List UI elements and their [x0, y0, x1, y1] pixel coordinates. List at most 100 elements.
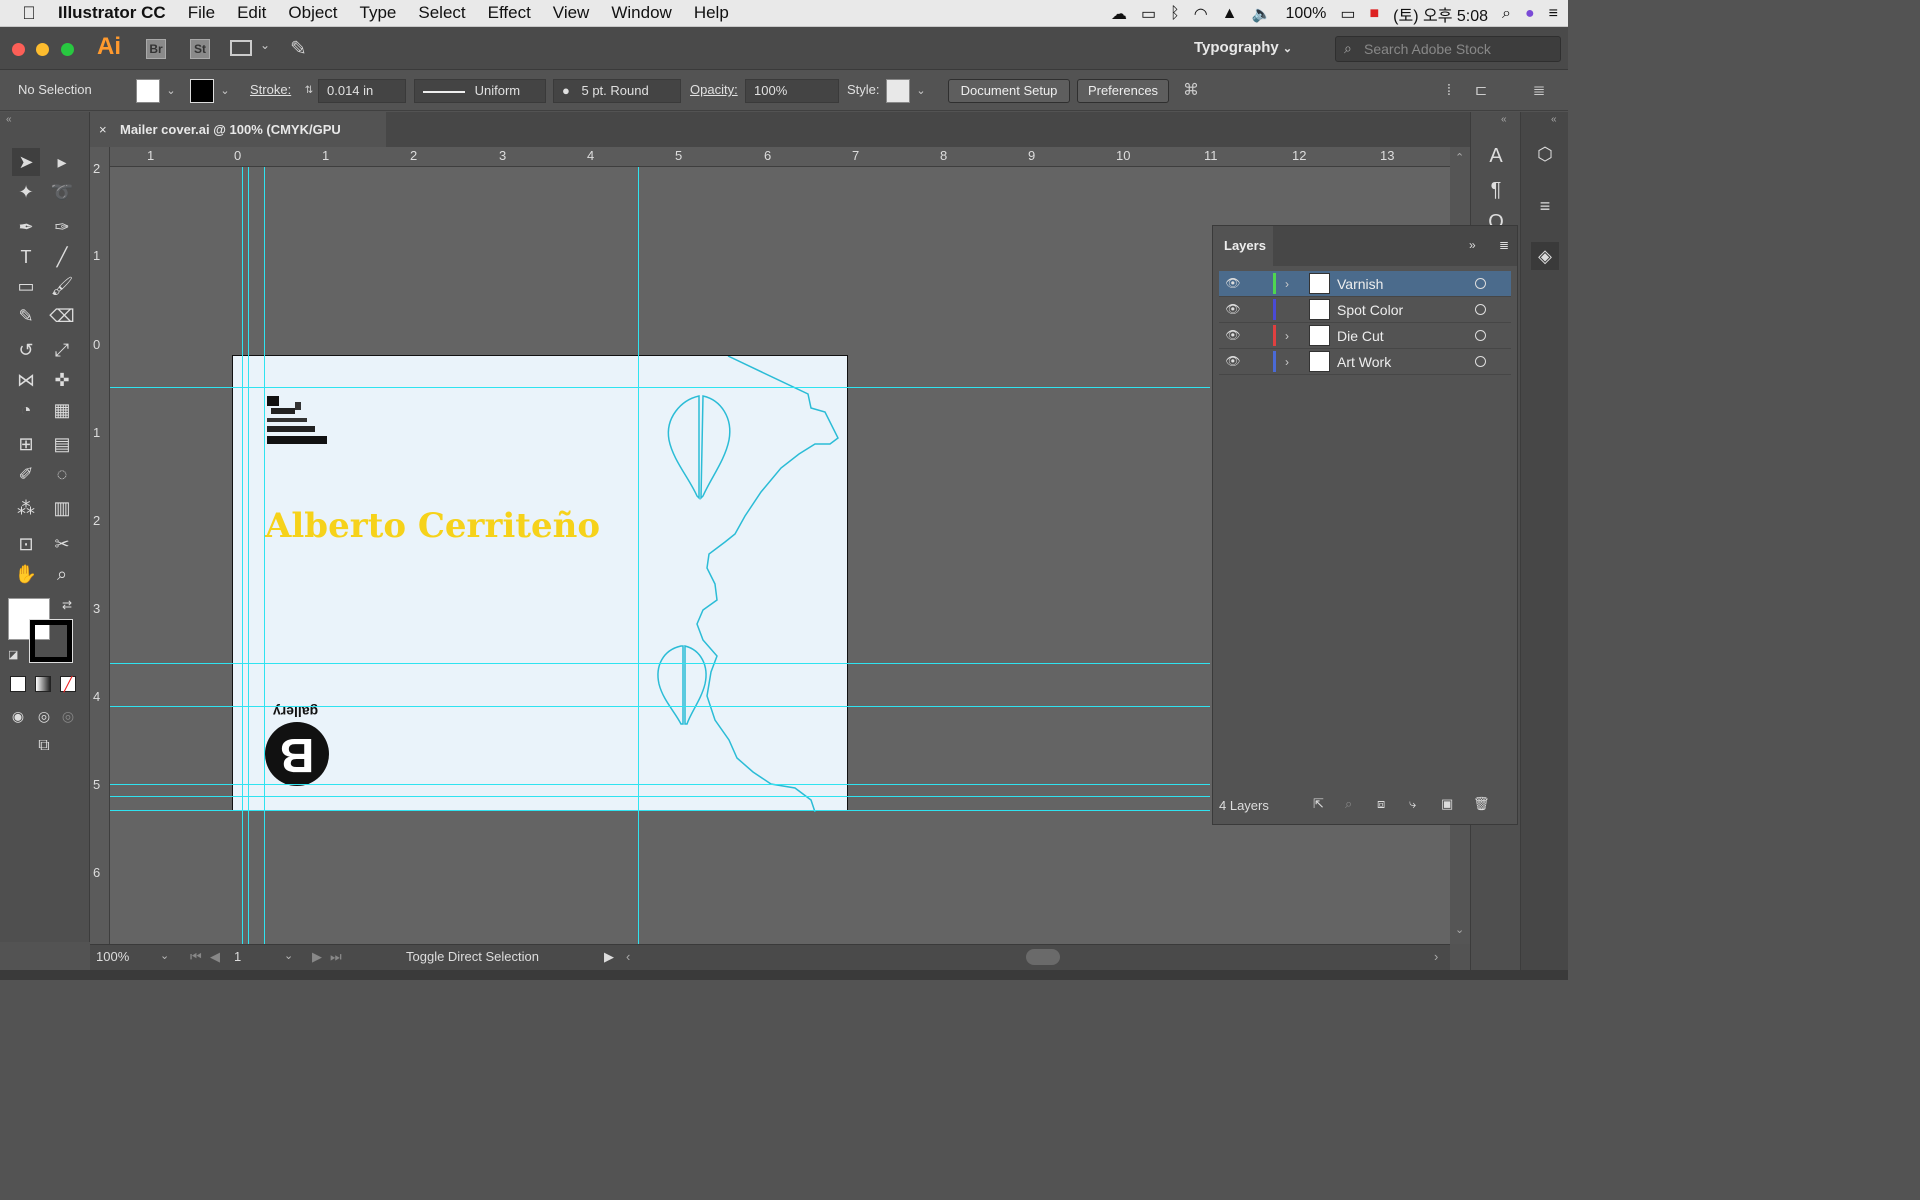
scale-tool-icon[interactable]: ⤢	[48, 336, 76, 364]
panel-menu-icon[interactable]: ≣	[1530, 79, 1548, 103]
stroke-color-box[interactable]	[29, 619, 73, 663]
delete-layer-icon[interactable]: 🗑	[1473, 796, 1490, 812]
expand-icon[interactable]: «	[1501, 114, 1507, 125]
status-menu-icon[interactable]: ▶	[604, 949, 614, 965]
shaper-tool-icon[interactable]: ✎	[12, 302, 40, 330]
expand-layer-icon[interactable]: ›	[1285, 323, 1289, 349]
shape-builder-tool-icon[interactable]: ◔	[12, 396, 40, 424]
layer-name[interactable]: Die Cut	[1337, 323, 1384, 349]
hand-tool-icon[interactable]: ✋	[12, 560, 40, 588]
preferences-button[interactable]: Preferences	[1077, 79, 1169, 103]
last-artboard-icon[interactable]: ⏭	[330, 949, 342, 965]
new-sublayer-icon[interactable]: ⤷	[1409, 796, 1416, 812]
vertical-guide[interactable]	[242, 167, 243, 944]
creative-cloud-icon[interactable]: ☁	[1111, 4, 1127, 24]
draw-inside-icon[interactable]: ◎	[54, 702, 82, 730]
eraser-tool-icon[interactable]: ⌫	[48, 302, 76, 330]
bluetooth-icon[interactable]: ᛒ	[1170, 5, 1180, 23]
document-setup-button[interactable]: Document Setup	[948, 79, 1070, 103]
layer-target-icon[interactable]	[1475, 304, 1486, 315]
slice-tool-icon[interactable]: ✂	[48, 530, 76, 558]
blend-tool-icon[interactable]: ◌	[48, 460, 76, 488]
graphic-style-swatch[interactable]	[886, 79, 910, 103]
battery-icon[interactable]: ▭	[1340, 4, 1355, 24]
properties-panel-icon[interactable]: ≡	[1531, 192, 1559, 220]
clock[interactable]: (토) 오후 5:08	[1393, 2, 1488, 26]
first-artboard-icon[interactable]: ⏮	[190, 949, 202, 965]
menu-effect[interactable]: Effect	[488, 3, 531, 23]
perspective-grid-tool-icon[interactable]: ▦	[48, 396, 76, 424]
transform-icon[interactable]: ⊏	[1472, 79, 1490, 103]
next-artboard-icon[interactable]: ▶	[312, 949, 322, 965]
chevron-down-icon[interactable]: ⌄	[160, 949, 169, 962]
stroke-label[interactable]: Stroke:	[250, 79, 291, 103]
rotate-tool-icon[interactable]: ↺	[12, 336, 40, 364]
close-window-button[interactable]	[12, 43, 25, 56]
layer-name[interactable]: Spot Color	[1337, 297, 1403, 323]
chevron-down-icon[interactable]: ⌄	[284, 949, 293, 962]
scroll-left-icon[interactable]: ‹	[626, 949, 630, 964]
gallery-b-logo[interactable]: B	[265, 722, 329, 786]
panel-menu-icon[interactable]: ≣	[1499, 238, 1509, 252]
layer-row-die-cut[interactable]: 👁 › Die Cut	[1219, 323, 1511, 349]
opacity-field[interactable]: 100%	[745, 79, 839, 103]
volume-icon[interactable]: 🔈	[1252, 4, 1272, 24]
artboard-tool-icon[interactable]: ⊡	[12, 530, 40, 558]
menu-window[interactable]: Window	[611, 3, 671, 23]
pen-tool-icon[interactable]: ✒	[12, 213, 40, 241]
menu-help[interactable]: Help	[694, 3, 729, 23]
document-tab[interactable]: × Mailer cover.ai @ 100% (CMYK/GPU Previ…	[90, 112, 386, 172]
layer-target-icon[interactable]	[1475, 330, 1486, 341]
collapse-icon[interactable]: «	[6, 114, 12, 125]
artboard-number[interactable]: 1	[234, 949, 241, 964]
line-tool-icon[interactable]: ╱	[48, 243, 76, 271]
scroll-up-icon[interactable]: ⌃	[1455, 151, 1464, 164]
horizontal-guide[interactable]	[110, 796, 1210, 797]
wifi-icon[interactable]: ◠	[1194, 4, 1208, 24]
spotlight-icon[interactable]: ⌕	[1502, 5, 1511, 23]
fill-swatch[interactable]	[136, 79, 160, 103]
align-icon[interactable]: ⁞	[1440, 79, 1458, 103]
color-mode-icon[interactable]	[10, 676, 26, 692]
gradient-mode-icon[interactable]	[35, 676, 51, 692]
rectangle-tool-icon[interactable]: ▭	[12, 272, 40, 300]
vertical-guide[interactable]	[264, 167, 265, 944]
opacity-label[interactable]: Opacity:	[690, 79, 738, 103]
direct-selection-tool-icon[interactable]: ▸	[48, 148, 76, 176]
expand-layer-icon[interactable]: ›	[1285, 349, 1289, 375]
collect-for-export-icon[interactable]: ⇱	[1313, 796, 1324, 812]
brush-definition[interactable]: ● 5 pt. Round	[553, 79, 681, 103]
none-mode-icon[interactable]: ╱	[60, 676, 76, 692]
select-similar-icon[interactable]: ⌘	[1182, 79, 1200, 103]
stroke-swatch[interactable]	[190, 79, 214, 103]
selection-tool-icon[interactable]: ➤	[12, 148, 40, 176]
layer-target-icon[interactable]	[1475, 278, 1486, 289]
visibility-eye-icon[interactable]: 👁	[1225, 275, 1241, 291]
chevron-down-icon[interactable]: ⌄	[912, 79, 930, 103]
artboard[interactable]: Alberto Cerriteño gallery B	[232, 355, 848, 812]
workspace-switcher[interactable]: Typography ⌄	[1194, 39, 1292, 56]
paragraph-panel-icon[interactable]: ¶	[1482, 176, 1510, 204]
zoom-level[interactable]: 100%	[96, 949, 129, 964]
layer-name[interactable]: Art Work	[1337, 349, 1391, 375]
new-layer-icon[interactable]: ▣	[1441, 796, 1453, 812]
stepper-icon[interactable]: ⇅	[300, 79, 318, 103]
layer-row-art-work[interactable]: 👁 › Art Work	[1219, 349, 1511, 375]
layer-name[interactable]: Varnish	[1337, 271, 1383, 297]
paintbrush-tool-icon[interactable]: 🖌	[48, 272, 76, 300]
zoom-tool-icon[interactable]: ⌕	[48, 560, 76, 588]
siri-icon[interactable]: ●	[1525, 5, 1535, 23]
scroll-right-icon[interactable]: ›	[1434, 949, 1438, 964]
arrange-documents-icon[interactable]	[230, 40, 252, 56]
previous-artboard-icon[interactable]: ◀	[210, 949, 220, 965]
vertical-guide[interactable]	[638, 167, 639, 944]
menu-file[interactable]: File	[188, 3, 215, 23]
character-panel-icon[interactable]: A	[1482, 142, 1510, 170]
apple-icon[interactable]: 	[0, 3, 58, 24]
layer-row-spot-color[interactable]: 👁 Spot Color	[1219, 297, 1511, 323]
gradient-tool-icon[interactable]: ▤	[48, 430, 76, 458]
layers-panel-icon[interactable]: ◈	[1531, 242, 1559, 270]
mesh-tool-icon[interactable]: ⊞	[12, 430, 40, 458]
graph-tool-icon[interactable]: ▥	[48, 494, 76, 522]
menu-object[interactable]: Object	[288, 3, 337, 23]
